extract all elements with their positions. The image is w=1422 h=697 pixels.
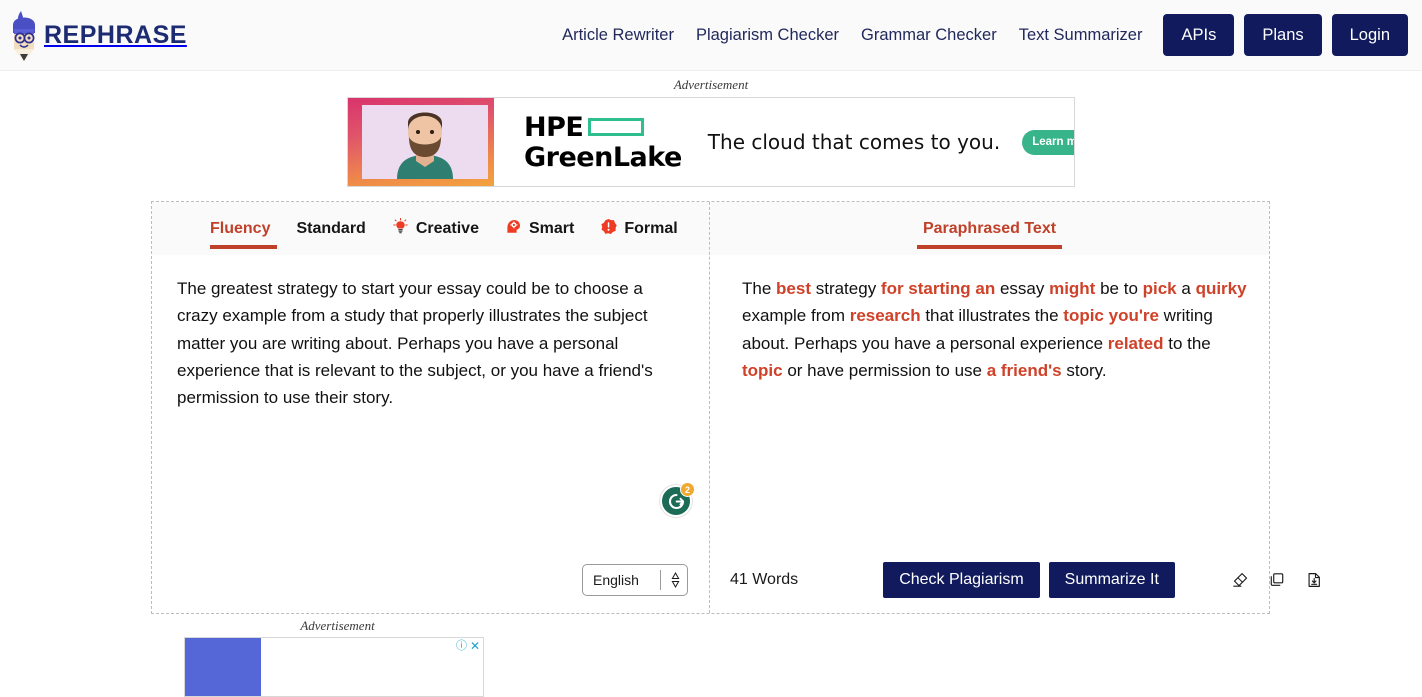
highlighted-word: best [776,279,811,298]
site-header: REPHRASE Article Rewriter Plagiarism Che… [0,0,1422,71]
tab-formal-label: Formal [624,219,678,237]
tab-fluency[interactable]: Fluency [210,202,283,255]
grammarly-icon[interactable]: 2 [660,482,695,517]
mode-tabs: Fluency Standard Creative Smart Formal [152,202,709,255]
output-text-segment: essay [995,279,1050,298]
word-count: 41 Words [730,571,799,588]
advertisement-banner-top[interactable]: HPE GreenLake The cloud that comes to yo… [347,97,1075,187]
output-tabs: Paraphrased Text [710,202,1269,255]
input-footer: English [152,547,709,613]
output-text-segment: be to [1095,279,1143,298]
info-icon[interactable]: ⓘ [456,640,467,652]
language-select-value: English [593,572,639,588]
tab-formal[interactable]: Formal [587,202,690,255]
logo[interactable]: REPHRASE [10,9,187,61]
highlighted-word: related [1107,333,1164,353]
tab-paraphrased-text[interactable]: Paraphrased Text [916,202,1063,255]
grammarly-badge-count: 2 [680,482,695,497]
output-column: Paraphrased Text The best strategy for s… [710,202,1320,613]
plans-button[interactable]: Plans [1244,14,1322,56]
main-navigation: Article Rewriter Plagiarism Checker Gram… [551,14,1408,56]
nav-link-text-summarizer[interactable]: Text Summarizer [1008,26,1154,45]
check-plagiarism-button[interactable]: Check Plagiarism [883,562,1040,598]
input-textarea-container[interactable]: The greatest strategy to start your essa… [152,255,709,547]
ad-learn-more-button[interactable]: Learn more [1022,129,1074,155]
paraphrase-panel: Fluency Standard Creative Smart Formal T… [151,201,1320,614]
ad-brand-line2: GreenLake [524,141,682,173]
tab-smart-label: Smart [528,219,575,237]
highlighted-word: topic [742,360,783,380]
advertisement-banner-bottom[interactable]: ⓘ ✕ [184,637,484,697]
close-icon[interactable]: ✕ [470,640,480,652]
output-footer: 41 Words Check Plagiarism Summarize It [710,547,1320,613]
output-text-segment: a [1176,279,1196,298]
login-button[interactable]: Login [1331,14,1408,56]
bottom-advertisement-area: Advertisement ⓘ ✕ [0,618,1422,697]
logo-text: REPHRASE [44,20,187,49]
output-text-segment: that illustrates the [920,306,1064,326]
highlighted-word: a friend's [986,360,1062,380]
ad-brand: HPE GreenLake [524,114,682,171]
highlighted-word: pick [1142,279,1177,298]
tab-standard[interactable]: Standard [283,202,378,255]
output-text-segment: to the [1163,333,1216,353]
tab-smart[interactable]: Smart [492,202,587,255]
apis-button[interactable]: APIs [1163,14,1235,56]
lightbulb-icon [392,217,409,240]
language-select[interactable]: English [582,564,688,596]
nav-link-article-rewriter[interactable]: Article Rewriter [551,26,685,45]
highlighted-word: for starting an [880,279,996,298]
advertisement-label-top: Advertisement [673,77,749,92]
top-advertisement-area: Advertisement HPE GreenLake The cloud th… [0,71,1422,187]
ad-cta-label: Learn more [1032,136,1074,148]
brain-head-icon [505,218,522,240]
nav-link-grammar-checker[interactable]: Grammar Checker [850,26,1008,45]
highlighted-word: research [849,306,921,326]
output-text: The best strategy for starting an essay … [735,275,1247,384]
output-text-segment: strategy [811,279,881,298]
highlighted-word: might [1049,279,1096,298]
copy-icon[interactable] [1262,565,1292,595]
output-text-segment: story. [1061,360,1107,380]
hpe-logo-bar-icon [588,118,645,136]
ad-image-block [185,638,261,696]
advertisement-label-bottom: Advertisement [300,618,375,633]
input-text[interactable]: The greatest strategy to start your essa… [177,275,687,411]
highlighted-word: topic you're [1063,306,1159,326]
ad-controls-bottom: ⓘ ✕ [456,640,480,652]
ad-body: HPE GreenLake The cloud that comes to yo… [494,98,1074,186]
output-text-segment: The [742,279,777,298]
tab-fluency-label: Fluency [210,219,271,237]
tab-standard-label: Standard [296,219,366,237]
ad-tagline: The cloud that comes to you. [707,130,1001,154]
input-column: Fluency Standard Creative Smart Formal T… [152,202,710,613]
divider [660,570,661,590]
ad-brand-line1: HPE [524,111,584,143]
tab-creative[interactable]: Creative [379,202,492,255]
output-text-segment: or have permission to use [782,360,987,380]
output-textarea-container[interactable]: The best strategy for starting an essay … [710,255,1269,547]
download-icon[interactable] [1299,565,1329,595]
updown-arrows-icon [671,571,680,589]
summarize-it-button[interactable]: Summarize It [1048,562,1175,598]
eraser-icon[interactable] [1225,565,1255,595]
highlighted-word: quirky [1195,279,1247,298]
nav-link-plagiarism-checker[interactable]: Plagiarism Checker [685,26,850,45]
ad-photo [348,98,494,186]
pencil-character-icon [10,9,38,61]
tab-creative-label: Creative [415,219,479,237]
exclamation-circle-icon [600,218,618,240]
